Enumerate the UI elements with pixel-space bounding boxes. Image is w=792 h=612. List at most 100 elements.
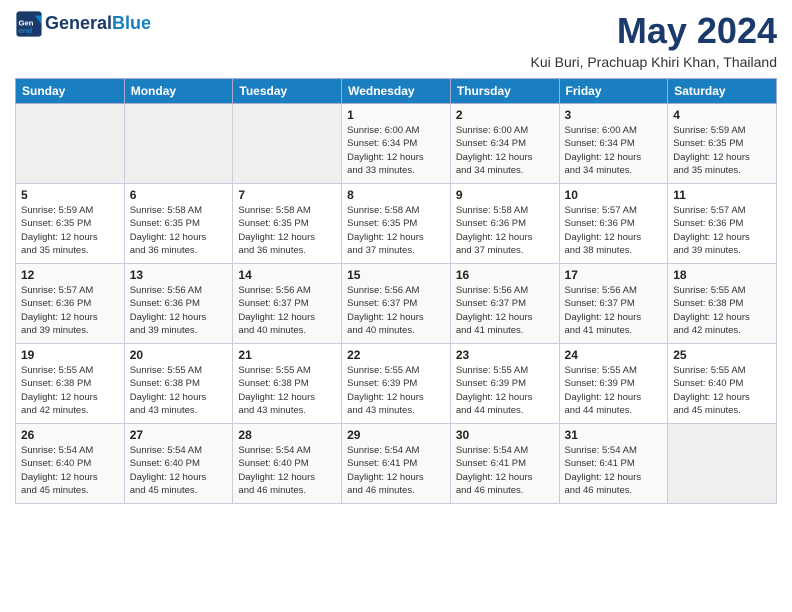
day-number: 29 (347, 428, 445, 442)
day-number: 4 (673, 108, 771, 122)
day-number: 5 (21, 188, 119, 202)
day-info: Sunrise: 5:55 AM Sunset: 6:39 PM Dayligh… (456, 364, 554, 417)
day-cell-13: 13Sunrise: 5:56 AM Sunset: 6:36 PM Dayli… (124, 264, 233, 344)
day-info: Sunrise: 5:56 AM Sunset: 6:37 PM Dayligh… (565, 284, 663, 337)
day-cell-8: 8Sunrise: 5:58 AM Sunset: 6:35 PM Daylig… (342, 184, 451, 264)
day-number: 26 (21, 428, 119, 442)
day-info: Sunrise: 5:55 AM Sunset: 6:39 PM Dayligh… (347, 364, 445, 417)
day-cell-5: 5 Sunrise: 5:59 AM Sunset: 6:35 PM Daylig… (16, 184, 125, 264)
day-cell-18: 18 Sunrise: 5:55 AM Sunset: 6:38 PM Dayli… (668, 264, 777, 344)
week-row-2: 5 Sunrise: 5:59 AM Sunset: 6:35 PM Daylig… (16, 184, 777, 264)
day-cell-2: 2Sunrise: 6:00 AM Sunset: 6:34 PM Daylig… (450, 104, 559, 184)
day-cell-12: 12 Sunrise: 5:57 AM Sunset: 6:36 PM Dayli… (16, 264, 125, 344)
svg-text:eral: eral (19, 26, 33, 35)
day-info: Sunrise: 5:55 AM Sunset: 6:38 PM Dayligh… (21, 364, 119, 417)
day-cell-23: 23 Sunrise: 5:55 AM Sunset: 6:39 PM Dayli… (450, 344, 559, 424)
day-number: 19 (21, 348, 119, 362)
day-info: Sunrise: 5:54 AM Sunset: 6:41 PM Dayligh… (565, 444, 663, 497)
day-number: 21 (238, 348, 336, 362)
day-number: 13 (130, 268, 228, 282)
day-info: Sunrise: 5:55 AM Sunset: 6:38 PM Dayligh… (130, 364, 228, 417)
page-header: Gen eral GeneralBlue May 2024 Kui Buri, … (15, 10, 777, 70)
day-number: 20 (130, 348, 228, 362)
month-title: May 2024 (531, 10, 777, 52)
day-number: 14 (238, 268, 336, 282)
day-number: 22 (347, 348, 445, 362)
day-number: 3 (565, 108, 663, 122)
day-info: Sunrise: 5:57 AM Sunset: 6:36 PM Dayligh… (21, 284, 119, 337)
day-number: 6 (130, 188, 228, 202)
day-info: Sunrise: 5:59 AM Sunset: 6:35 PM Dayligh… (21, 204, 119, 257)
day-cell-30: 30Sunrise: 5:54 AM Sunset: 6:41 PM Dayli… (450, 424, 559, 504)
calendar-body: 1 Sunrise: 6:00 AM Sunset: 6:34 PM Daylig… (16, 104, 777, 504)
day-number: 9 (456, 188, 554, 202)
day-info: Sunrise: 5:57 AM Sunset: 6:36 PM Dayligh… (565, 204, 663, 257)
day-info: Sunrise: 5:54 AM Sunset: 6:41 PM Dayligh… (347, 444, 445, 497)
day-number: 2 (456, 108, 554, 122)
day-cell-26: 26 Sunrise: 5:54 AM Sunset: 6:40 PM Dayli… (16, 424, 125, 504)
day-cell-16: 16 Sunrise: 5:56 AM Sunset: 6:37 PM Dayli… (450, 264, 559, 344)
day-cell-25: 25Sunrise: 5:55 AM Sunset: 6:40 PM Dayli… (668, 344, 777, 424)
col-header-monday: Monday (124, 79, 233, 104)
empty-cell (124, 104, 233, 184)
day-cell-17: 17Sunrise: 5:56 AM Sunset: 6:37 PM Dayli… (559, 264, 668, 344)
day-cell-3: 3Sunrise: 6:00 AM Sunset: 6:34 PM Daylig… (559, 104, 668, 184)
day-number: 11 (673, 188, 771, 202)
day-cell-21: 21 Sunrise: 5:55 AM Sunset: 6:38 PM Dayli… (233, 344, 342, 424)
day-cell-27: 27Sunrise: 5:54 AM Sunset: 6:40 PM Dayli… (124, 424, 233, 504)
day-info: Sunrise: 5:55 AM Sunset: 6:39 PM Dayligh… (565, 364, 663, 417)
day-cell-10: 10Sunrise: 5:57 AM Sunset: 6:36 PM Dayli… (559, 184, 668, 264)
day-info: Sunrise: 5:55 AM Sunset: 6:38 PM Dayligh… (673, 284, 771, 337)
day-number: 18 (673, 268, 771, 282)
day-cell-4: 4 Sunrise: 5:59 AM Sunset: 6:35 PM Daylig… (668, 104, 777, 184)
day-cell-15: 15Sunrise: 5:56 AM Sunset: 6:37 PM Dayli… (342, 264, 451, 344)
day-info: Sunrise: 5:55 AM Sunset: 6:38 PM Dayligh… (238, 364, 336, 417)
day-info: Sunrise: 5:54 AM Sunset: 6:40 PM Dayligh… (238, 444, 336, 497)
week-row-3: 12 Sunrise: 5:57 AM Sunset: 6:36 PM Dayli… (16, 264, 777, 344)
empty-cell (233, 104, 342, 184)
day-info: Sunrise: 5:58 AM Sunset: 6:35 PM Dayligh… (238, 204, 336, 257)
day-info: Sunrise: 5:55 AM Sunset: 6:40 PM Dayligh… (673, 364, 771, 417)
day-info: Sunrise: 5:54 AM Sunset: 6:40 PM Dayligh… (21, 444, 119, 497)
col-header-friday: Friday (559, 79, 668, 104)
day-cell-6: 6Sunrise: 5:58 AM Sunset: 6:35 PM Daylig… (124, 184, 233, 264)
day-number: 28 (238, 428, 336, 442)
day-info: Sunrise: 6:00 AM Sunset: 6:34 PM Dayligh… (347, 124, 445, 177)
day-info: Sunrise: 5:54 AM Sunset: 6:41 PM Dayligh… (456, 444, 554, 497)
day-number: 16 (456, 268, 554, 282)
day-number: 23 (456, 348, 554, 362)
day-info: Sunrise: 5:56 AM Sunset: 6:37 PM Dayligh… (238, 284, 336, 337)
logo-line1: General (45, 13, 112, 33)
day-cell-9: 9 Sunrise: 5:58 AM Sunset: 6:36 PM Daylig… (450, 184, 559, 264)
day-number: 24 (565, 348, 663, 362)
day-number: 12 (21, 268, 119, 282)
logo: Gen eral GeneralBlue (15, 10, 151, 38)
col-header-thursday: Thursday (450, 79, 559, 104)
day-number: 1 (347, 108, 445, 122)
day-cell-22: 22 Sunrise: 5:55 AM Sunset: 6:39 PM Dayli… (342, 344, 451, 424)
week-row-5: 26 Sunrise: 5:54 AM Sunset: 6:40 PM Dayli… (16, 424, 777, 504)
day-info: Sunrise: 5:56 AM Sunset: 6:37 PM Dayligh… (456, 284, 554, 337)
title-block: May 2024 Kui Buri, Prachuap Khiri Khan, … (531, 10, 777, 70)
empty-cell (16, 104, 125, 184)
day-info: Sunrise: 5:56 AM Sunset: 6:37 PM Dayligh… (347, 284, 445, 337)
day-cell-7: 7 Sunrise: 5:58 AM Sunset: 6:35 PM Daylig… (233, 184, 342, 264)
day-number: 31 (565, 428, 663, 442)
page-container: Gen eral GeneralBlue May 2024 Kui Buri, … (0, 0, 792, 514)
logo-line2: Blue (112, 13, 151, 33)
location-text: Kui Buri, Prachuap Khiri Khan, Thailand (531, 54, 777, 70)
col-header-wednesday: Wednesday (342, 79, 451, 104)
week-row-4: 19 Sunrise: 5:55 AM Sunset: 6:38 PM Dayli… (16, 344, 777, 424)
day-number: 7 (238, 188, 336, 202)
logo-text: GeneralBlue (45, 14, 151, 34)
col-header-saturday: Saturday (668, 79, 777, 104)
day-cell-1: 1 Sunrise: 6:00 AM Sunset: 6:34 PM Daylig… (342, 104, 451, 184)
day-info: Sunrise: 5:59 AM Sunset: 6:35 PM Dayligh… (673, 124, 771, 177)
day-info: Sunrise: 5:58 AM Sunset: 6:36 PM Dayligh… (456, 204, 554, 257)
day-info: Sunrise: 5:58 AM Sunset: 6:35 PM Dayligh… (347, 204, 445, 257)
header-row: SundayMondayTuesdayWednesdayThursdayFrid… (16, 79, 777, 104)
day-info: Sunrise: 5:57 AM Sunset: 6:36 PM Dayligh… (673, 204, 771, 257)
day-cell-20: 20 Sunrise: 5:55 AM Sunset: 6:38 PM Dayli… (124, 344, 233, 424)
day-cell-14: 14 Sunrise: 5:56 AM Sunset: 6:37 PM Dayli… (233, 264, 342, 344)
day-cell-19: 19 Sunrise: 5:55 AM Sunset: 6:38 PM Dayli… (16, 344, 125, 424)
